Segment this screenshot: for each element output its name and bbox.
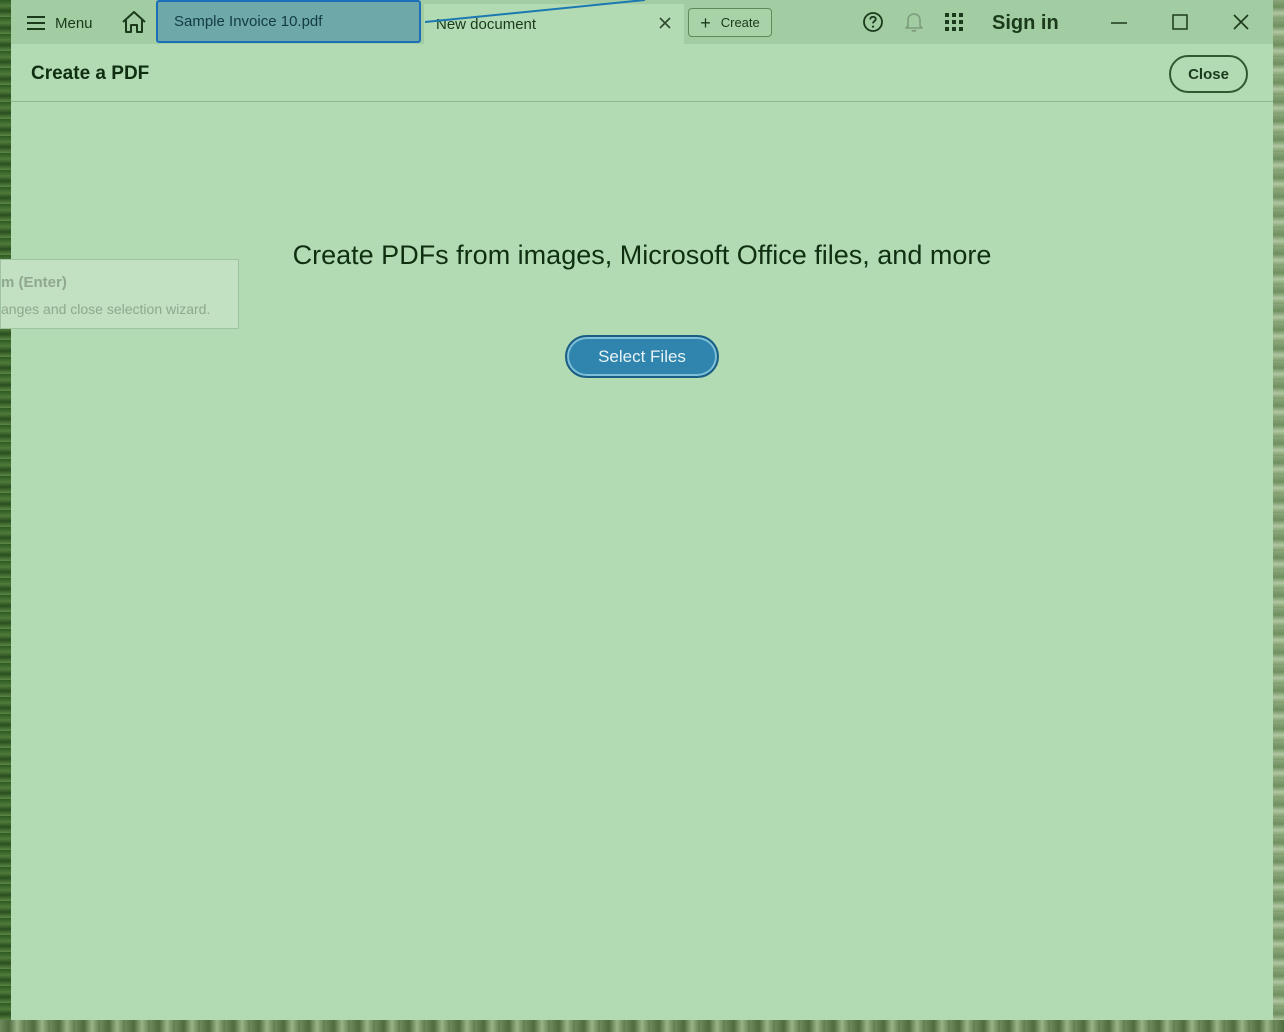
hamburger-icon — [27, 16, 45, 30]
apps-grid-icon — [945, 13, 963, 31]
help-button[interactable] — [861, 10, 885, 34]
close-tool-button[interactable]: Close — [1169, 55, 1248, 93]
window-close-button[interactable] — [1226, 8, 1256, 36]
create-pdf-heading: Create PDFs from images, Microsoft Offic… — [292, 240, 992, 270]
desktop-background-left — [0, 0, 11, 1032]
title-bar: Menu Sample Invoice 10.pdf New document — [11, 0, 1273, 44]
app-window: Menu Sample Invoice 10.pdf New document — [0, 0, 1273, 1020]
close-icon[interactable] — [656, 14, 674, 32]
bell-icon — [905, 13, 923, 32]
desktop-background-right — [1273, 0, 1284, 1032]
tab-label: New document — [436, 15, 537, 33]
sign-in-button[interactable]: Sign in — [992, 9, 1059, 37]
tooltip-title: m (Enter) — [1, 274, 67, 291]
create-button[interactable]: + Create — [688, 8, 772, 37]
tooltip-description: anges and close selection wizard. — [1, 301, 211, 317]
tab-label: Sample Invoice 10.pdf — [174, 13, 323, 30]
home-icon — [122, 11, 146, 33]
minimize-icon — [1111, 22, 1127, 24]
create-label: Create — [720, 15, 760, 30]
plus-icon: + — [700, 12, 711, 33]
help-icon — [863, 12, 883, 32]
apps-button[interactable] — [942, 10, 966, 34]
tab-new-document[interactable]: New document — [424, 4, 684, 44]
maximize-icon — [1172, 14, 1188, 30]
notifications-button[interactable] — [902, 10, 926, 34]
menu-label: Menu — [55, 14, 93, 32]
minimize-button[interactable] — [1104, 8, 1134, 36]
desktop-background-bottom — [0, 1020, 1284, 1032]
select-files-button[interactable]: Select Files — [565, 335, 719, 378]
tab-sample-invoice[interactable]: Sample Invoice 10.pdf — [156, 0, 421, 43]
page-title: Create a PDF — [31, 63, 150, 84]
maximize-button[interactable] — [1165, 8, 1195, 36]
home-button[interactable] — [121, 9, 147, 35]
window-close-icon — [1233, 14, 1249, 30]
menu-button[interactable]: Menu — [27, 10, 93, 36]
tool-header: Create a PDF Close — [11, 44, 1273, 102]
